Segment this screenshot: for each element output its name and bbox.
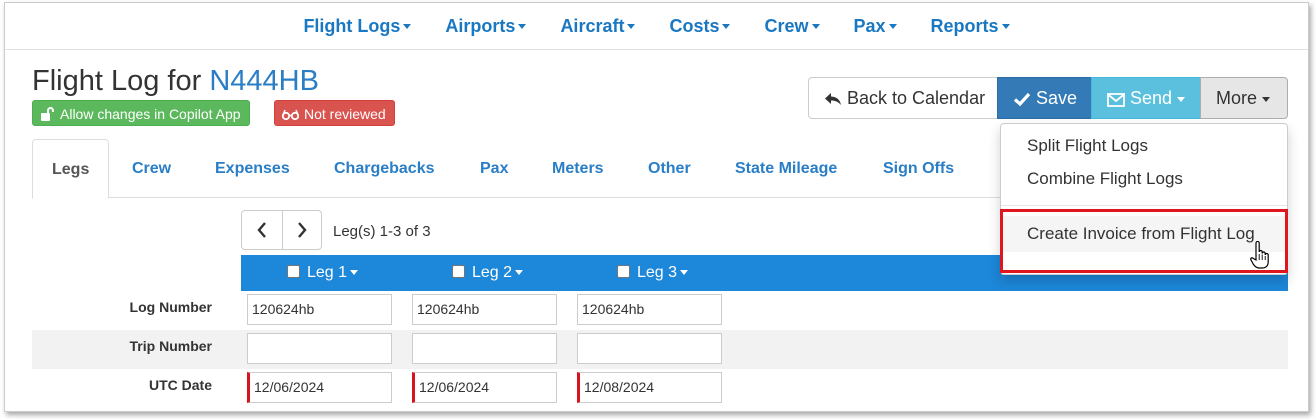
leg-2-checkbox[interactable] xyxy=(452,265,465,278)
leg-count-text: Leg(s) 1-3 of 3 xyxy=(333,223,431,240)
tab-expenses[interactable]: Expenses xyxy=(215,139,290,198)
log-number-field-leg-3[interactable]: 120624hb xyxy=(577,294,722,325)
log-number-field-leg-1[interactable]: 120624hb xyxy=(247,294,392,325)
nav-aircraft[interactable]: Aircraft xyxy=(560,16,636,37)
top-nav: Flight Logs Airports Aircraft Costs Crew… xyxy=(5,3,1308,50)
chevron-down-icon xyxy=(515,270,524,276)
leg-pager xyxy=(241,210,322,250)
nav-pax[interactable]: Pax xyxy=(854,16,897,37)
tab-crew[interactable]: Crew xyxy=(132,139,171,198)
chevron-down-icon xyxy=(350,270,359,276)
table-row: Log Number 120624hb 120624hb 120624hb xyxy=(32,291,1288,330)
utc-date-field-leg-3[interactable]: 12/08/2024 xyxy=(577,372,722,403)
envelope-icon xyxy=(1107,93,1125,107)
trip-number-field-leg-1[interactable] xyxy=(247,333,392,364)
tab-state-mileage[interactable]: State Mileage xyxy=(735,139,837,198)
leg-1-header[interactable]: Leg 1 xyxy=(287,255,359,291)
more-button[interactable]: More xyxy=(1200,77,1288,119)
row-label: UTC Date xyxy=(148,377,212,393)
chevron-down-icon xyxy=(1001,24,1010,30)
log-number-field-leg-2[interactable]: 120624hb xyxy=(412,294,557,325)
chevron-right-icon xyxy=(297,222,307,238)
chevron-down-icon xyxy=(680,270,689,276)
menu-divider xyxy=(1001,205,1287,206)
trip-number-field-leg-2[interactable] xyxy=(412,333,557,364)
app-window: Flight Logs Airports Aircraft Costs Crew… xyxy=(4,2,1309,412)
chevron-down-icon xyxy=(1262,96,1271,102)
split-flight-logs-item[interactable]: Split Flight Logs xyxy=(1001,136,1287,156)
tail-number-link[interactable]: N444HB xyxy=(209,65,319,97)
leg-3-checkbox[interactable] xyxy=(617,265,630,278)
tab-legs[interactable]: Legs xyxy=(32,139,110,199)
leg-3-header[interactable]: Leg 3 xyxy=(617,255,689,291)
next-page-button[interactable] xyxy=(281,211,322,249)
hand-pointer-icon xyxy=(1250,241,1269,269)
table-row: UTC Date 12/06/2024 12/06/2024 12/08/202… xyxy=(32,369,1288,408)
tab-other[interactable]: Other xyxy=(648,139,691,198)
chevron-down-icon xyxy=(888,24,897,30)
chevron-down-icon xyxy=(627,24,636,30)
not-reviewed-badge[interactable]: Not reviewed xyxy=(274,100,395,126)
chevron-down-icon xyxy=(722,24,731,30)
highlight-box xyxy=(1000,209,1288,273)
utc-date-field-leg-2[interactable]: 12/06/2024 xyxy=(412,372,557,403)
leg-2-header[interactable]: Leg 2 xyxy=(452,255,524,291)
chevron-down-icon xyxy=(811,24,820,30)
tab-meters[interactable]: Meters xyxy=(552,139,604,198)
unlock-icon xyxy=(41,107,54,121)
row-label: Log Number xyxy=(129,299,212,315)
tab-pax[interactable]: Pax xyxy=(480,139,508,198)
trip-number-field-leg-3[interactable] xyxy=(577,333,722,364)
send-button[interactable]: Send xyxy=(1091,77,1201,119)
utc-date-field-leg-1[interactable]: 12/06/2024 xyxy=(247,372,392,403)
combine-flight-logs-item[interactable]: Combine Flight Logs xyxy=(1001,169,1287,189)
check-icon xyxy=(1013,92,1031,107)
nav-crew[interactable]: Crew xyxy=(764,16,820,37)
nav-costs[interactable]: Costs xyxy=(669,16,731,37)
tab-chargebacks[interactable]: Chargebacks xyxy=(334,139,435,198)
leg-1-checkbox[interactable] xyxy=(287,265,300,278)
allow-changes-badge[interactable]: Allow changes in Copilot App xyxy=(32,100,250,126)
reply-arrow-icon xyxy=(825,93,841,105)
chevron-down-icon xyxy=(518,24,527,30)
tab-sign-offs[interactable]: Sign Offs xyxy=(883,139,954,198)
nav-reports[interactable]: Reports xyxy=(931,16,1010,37)
previous-page-button[interactable] xyxy=(242,211,282,249)
nav-airports[interactable]: Airports xyxy=(445,16,527,37)
page-title: Flight Log for N444HB xyxy=(32,65,319,97)
back-to-calendar-button[interactable]: Back to Calendar xyxy=(808,77,998,119)
chevron-left-icon xyxy=(257,222,266,238)
save-button[interactable]: Save xyxy=(997,77,1092,119)
chevron-down-icon xyxy=(403,24,412,30)
glasses-icon xyxy=(281,109,300,121)
row-label: Trip Number xyxy=(129,338,212,354)
chevron-down-icon xyxy=(1177,96,1186,102)
table-row: Trip Number xyxy=(32,330,1288,369)
nav-flight-logs[interactable]: Flight Logs xyxy=(303,16,412,37)
